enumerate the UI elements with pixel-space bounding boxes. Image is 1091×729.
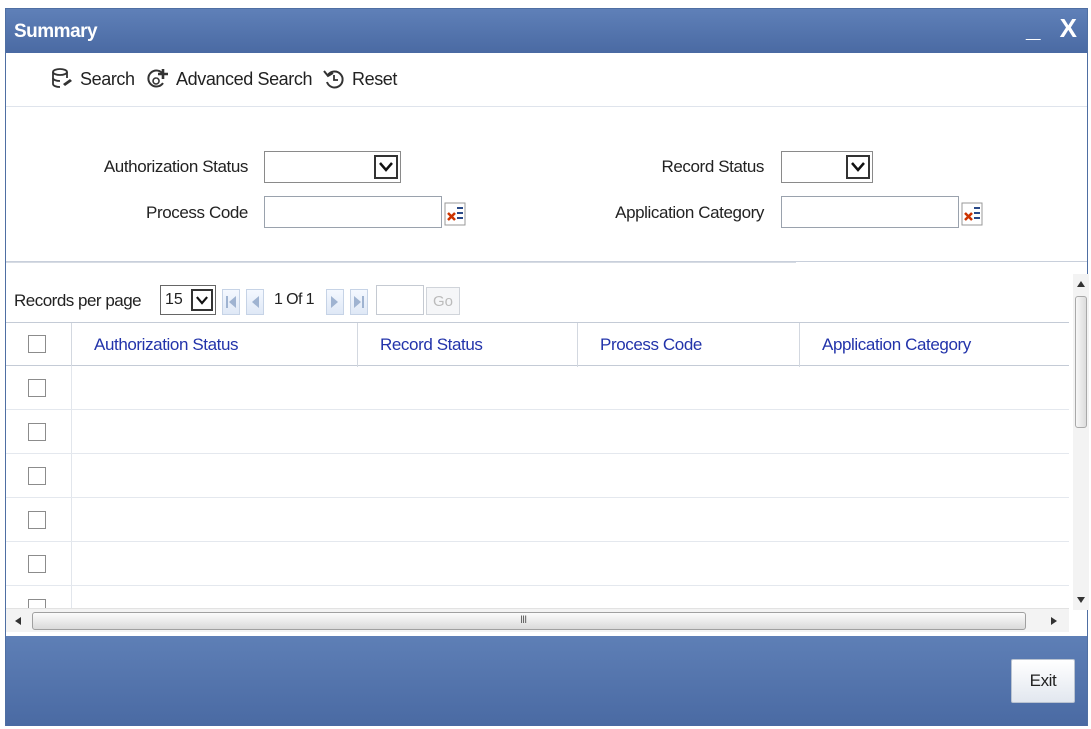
reset-icon <box>323 70 344 89</box>
window-title: Summary <box>14 21 98 42</box>
add-search-icon <box>147 69 168 88</box>
results-panel: Records per page 15 1 Of 1 Go Authorizat… <box>6 262 1089 632</box>
footer-bar: Exit <box>6 636 1087 726</box>
scroll-left-arrow-icon[interactable] <box>10 613 26 629</box>
application-category-label: Application Category <box>615 203 764 222</box>
column-header[interactable]: Application Category <box>800 323 1069 367</box>
close-button[interactable]: X <box>1060 13 1077 44</box>
record-status-label: Record Status <box>661 157 764 176</box>
row-checkbox[interactable] <box>28 599 46 608</box>
title-bar: Summary _ X <box>6 9 1087 53</box>
reset-button[interactable]: Reset <box>322 67 397 91</box>
row-gutter <box>6 586 72 608</box>
table-row <box>6 366 1069 410</box>
exit-button[interactable]: Exit <box>1011 659 1075 703</box>
pager: Records per page 15 1 Of 1 Go <box>6 262 796 322</box>
row-gutter <box>6 498 72 541</box>
table-row <box>6 454 1069 498</box>
process-code-input[interactable] <box>264 196 442 228</box>
go-button[interactable]: Go <box>426 287 460 315</box>
column-header[interactable]: Authorization Status <box>72 323 358 367</box>
reset-label: Reset <box>352 68 398 89</box>
previous-page-icon <box>252 296 259 308</box>
database-search-icon <box>52 68 72 88</box>
minimize-button[interactable]: _ <box>1026 13 1040 44</box>
row-gutter <box>6 542 72 585</box>
vertical-scroll-thumb[interactable] <box>1075 296 1087 428</box>
last-page-button[interactable] <box>350 289 368 315</box>
row-gutter <box>6 454 72 497</box>
records-per-page-select[interactable]: 15 <box>160 285 216 315</box>
page-info: 1 Of 1 <box>274 291 315 308</box>
scroll-right-arrow-icon[interactable] <box>1046 613 1062 629</box>
records-per-page-label: Records per page <box>14 291 142 310</box>
authorization-status-label: Authorization Status <box>103 157 249 176</box>
vertical-scrollbar[interactable] <box>1073 274 1089 610</box>
lov-icon[interactable] <box>444 202 466 226</box>
process-code-label: Process Code <box>146 203 248 222</box>
last-page-icon <box>354 296 364 308</box>
next-page-icon <box>331 296 338 308</box>
first-page-icon <box>226 296 236 308</box>
column-header[interactable]: Process Code <box>578 323 800 367</box>
authorization-status-select[interactable] <box>264 151 401 183</box>
advanced-search-button[interactable]: Advanced Search <box>146 67 312 91</box>
scroll-up-arrow-icon[interactable] <box>1073 276 1089 292</box>
top-strip <box>0 0 1091 8</box>
goto-page-input[interactable] <box>376 285 424 315</box>
record-status-select[interactable] <box>781 151 873 183</box>
next-page-button[interactable] <box>326 289 344 315</box>
advanced-search-label: Advanced Search <box>176 68 313 89</box>
search-button[interactable]: Search <box>50 67 135 91</box>
first-page-button[interactable] <box>222 289 240 315</box>
horizontal-scrollbar[interactable]: III <box>6 608 1069 632</box>
chevron-down-icon[interactable] <box>191 289 213 311</box>
row-checkbox[interactable] <box>28 511 46 529</box>
table-row <box>6 498 1069 542</box>
column-header[interactable]: Record Status <box>358 323 578 367</box>
search-criteria-panel: Authorization Status Record Status Proce… <box>6 107 1087 262</box>
row-checkbox[interactable] <box>28 555 46 573</box>
row-gutter <box>6 366 72 409</box>
application-category-input[interactable] <box>781 196 959 228</box>
scroll-down-arrow-icon[interactable] <box>1073 592 1089 608</box>
row-checkbox[interactable] <box>28 423 46 441</box>
lov-icon[interactable] <box>961 202 983 226</box>
toolbar: Search Advanced Search Reset <box>6 53 1087 107</box>
search-label: Search <box>80 68 135 89</box>
row-checkbox[interactable] <box>28 379 46 397</box>
results-grid: Authorization Status Record Status Proce… <box>6 322 1069 608</box>
table-row <box>6 542 1069 586</box>
previous-page-button[interactable] <box>246 289 264 315</box>
chevron-down-icon[interactable] <box>374 155 398 179</box>
window-controls: _ X <box>1014 13 1077 44</box>
table-row <box>6 410 1069 454</box>
horizontal-scroll-thumb[interactable]: III <box>32 612 1026 630</box>
grid-header: Authorization Status Record Status Proce… <box>6 322 1069 367</box>
summary-window: Summary _ X Search Advanced Search Reset… <box>5 8 1089 726</box>
records-per-page-value: 15 <box>165 291 183 308</box>
table-row <box>6 586 1069 608</box>
row-checkbox[interactable] <box>28 467 46 485</box>
scroll-grip: III <box>520 614 527 626</box>
select-all-checkbox[interactable] <box>28 335 46 353</box>
row-gutter <box>6 410 72 453</box>
select-all-column <box>6 323 72 367</box>
chevron-down-icon[interactable] <box>846 155 870 179</box>
